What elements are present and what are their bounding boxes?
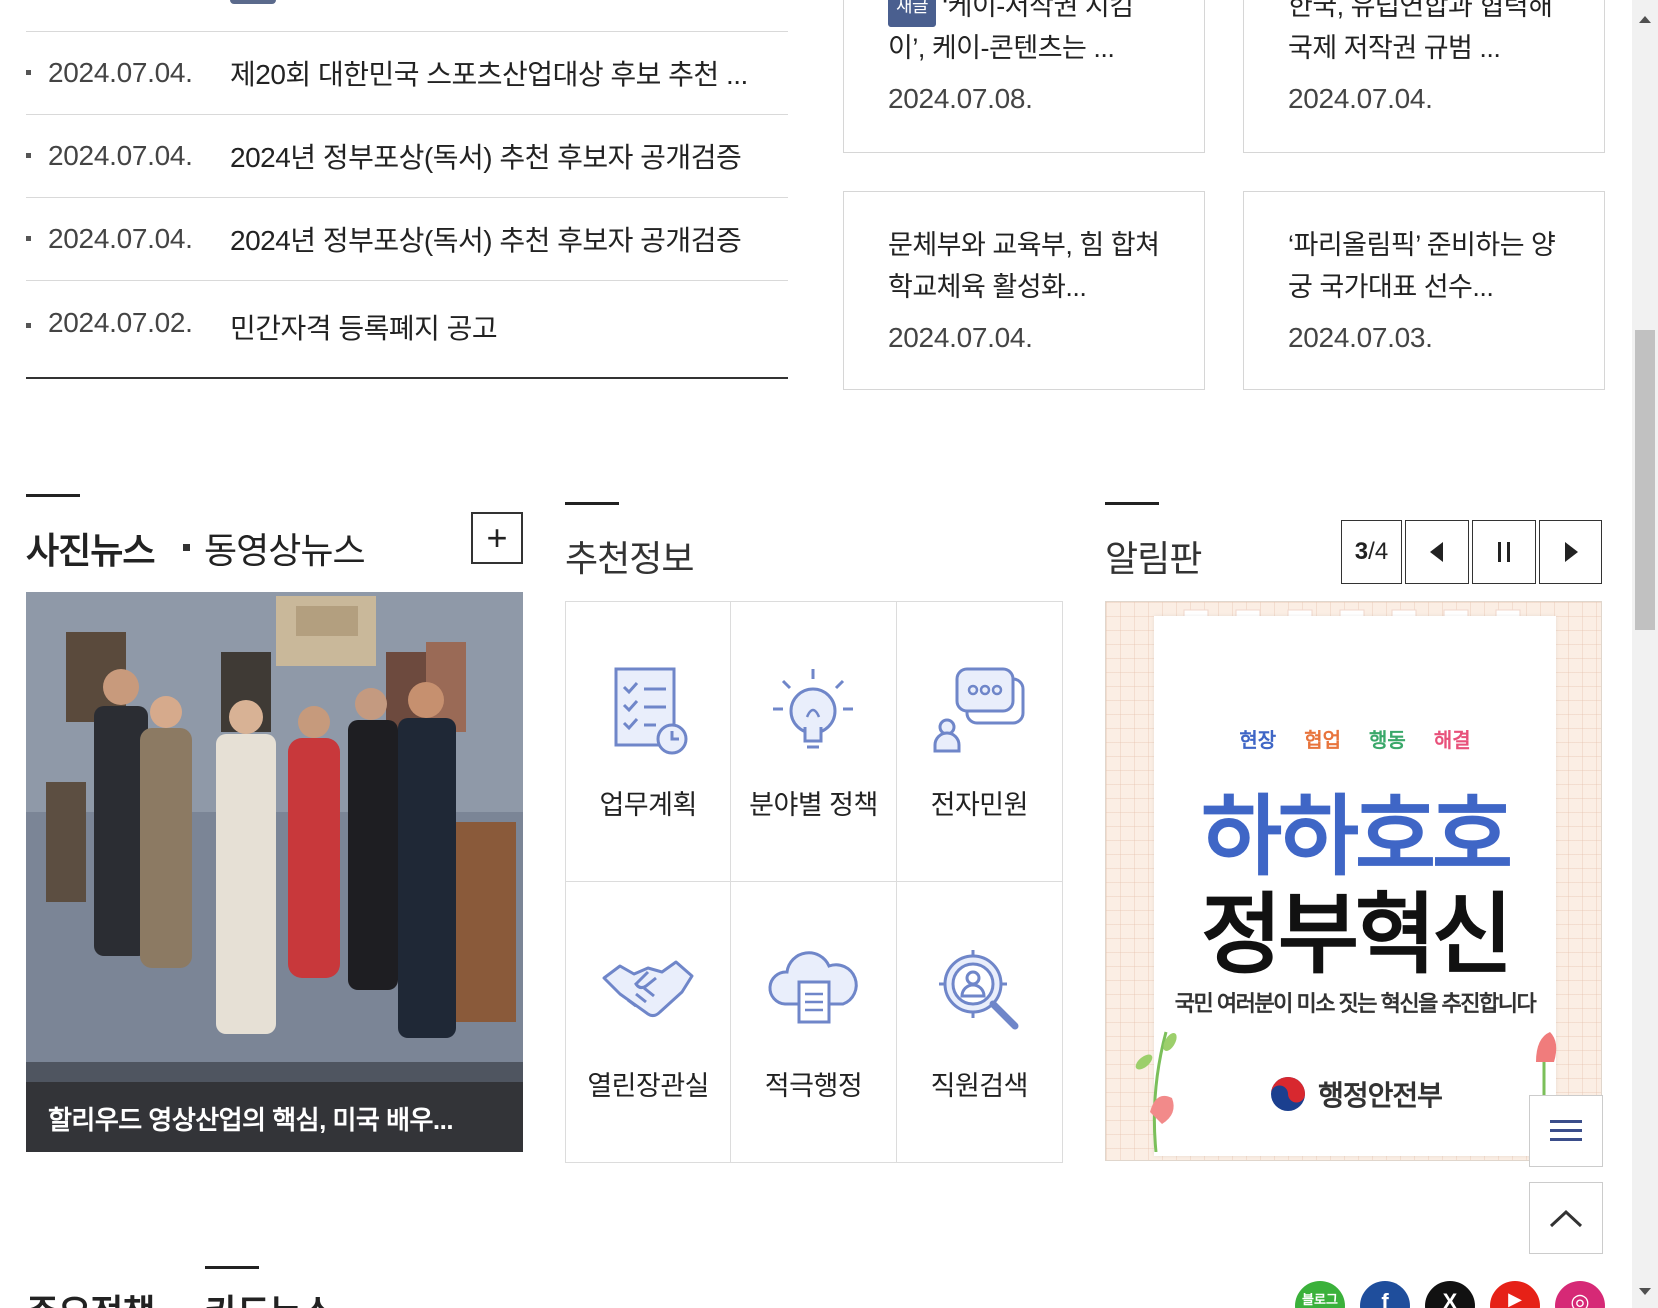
lightbulb-icon [773,669,854,749]
banner-headline-2: 정부혁신 [1201,883,1513,986]
recommended-title: 추천정보 [565,538,694,579]
photo-news-image[interactable]: 할리우드 영상산업의 핵심, 미국 배우... [26,592,523,1152]
notice-row[interactable]: 2024.07.04. 2024년 정부포상(독서) 추천 후보자 공개검증 [26,198,788,281]
banner-keyword: 협업 [1304,730,1341,752]
board-title: 알림판 [1105,538,1202,579]
news-card-title: 한국, 유럽연합과 협력해 국제 저작권 규범 ... [1288,0,1553,63]
notice-row-partial[interactable] [26,0,788,32]
news-card-date: 2024.07.04. [1288,83,1433,114]
checklist-clock-icon [614,667,688,755]
notice-date: 2024.07.02. [48,307,193,338]
section-bar [26,494,80,497]
section-bar [205,1266,259,1269]
recommended-grid: 업무계획 분야별 정책 전자민원 열린장관실 적극행정 직원검색 [565,601,1063,1163]
news-card-title: ‘파리올림픽’ 준비하는 양궁 국가대표 선수... [1288,230,1556,302]
notice-date: 2024.07.04. [48,223,193,254]
x-icon[interactable]: X [1425,1281,1475,1308]
news-card-title: 새글 ‘케이-저작권 지킴이’, 케이-콘텐츠는 ... [888,0,1160,69]
tab-video-news[interactable]: 동영상뉴스 [204,522,366,574]
notice-title[interactable]: 2024년 정부포상(독서) 추천 후보자 공개검증 [230,219,768,259]
scroll-down-arrow-icon[interactable] [1639,1288,1651,1295]
tab-card-news[interactable]: 카드뉴스 [205,1284,334,1308]
notice-row[interactable]: 2024.07.04. 제20회 대한민국 스포츠산업대상 후보 추천 ... [26,32,788,115]
notice-list: 2024.07.04. 제20회 대한민국 스포츠산업대상 후보 추천 ... … [26,0,788,379]
chat-bubble-person-icon [933,667,1025,753]
bullet-icon [26,152,31,158]
notice-title[interactable]: 제20회 대한민국 스포츠산업대상 후보 추천 ... [230,53,768,93]
page-scrollbar[interactable] [1632,0,1658,1308]
rec-item-e-petition[interactable]: 전자민원 [896,602,1062,882]
facebook-icon[interactable]: f [1360,1281,1410,1308]
more-button[interactable]: + [471,512,523,564]
banner-keyword: 해결 [1433,730,1471,752]
pause-icon [1498,542,1510,562]
section-bar [565,502,619,505]
blog-icon[interactable]: 블로그 [1295,1281,1345,1308]
magnifier-person-icon [939,949,1019,1029]
cloud-document-icon [768,950,859,1023]
scroll-thumb[interactable] [1635,330,1655,630]
banner-org: 행정안전부 [1154,1074,1556,1114]
rec-item-label: 열린장관실 [587,1070,710,1101]
rec-item-label: 전자민원 [930,790,1029,820]
rec-item-label: 분야별 정책 [749,790,878,820]
quick-menu-button[interactable] [1529,1095,1603,1167]
rec-item-label: 업무계획 [599,790,697,820]
bullet-icon [26,69,31,75]
rec-item-active-admin[interactable]: 적극행정 [731,882,897,1162]
hamburger-icon [1550,1120,1582,1141]
prev-slide-button[interactable] [1405,520,1469,584]
banner-paper: 현장 협업 행동 해결 하하호호 정부혁신 국민 여러분이 미소 짓는 혁신을 … [1154,616,1556,1156]
news-card-title: 문체부와 교육부, 힘 합쳐 학교체육 활성화... [888,230,1160,302]
notice-row[interactable]: 2024.07.02. 민간자격 등록폐지 공고 [26,281,788,379]
rec-item-policy[interactable]: 분야별 정책 [731,602,897,882]
news-card-date: 2024.07.04. [888,322,1033,353]
handshake-icon [602,960,694,1017]
bullet-icon [26,323,31,328]
pause-slide-button[interactable] [1472,520,1536,584]
notice-date: 2024.07.04. [48,140,193,171]
news-card[interactable]: 한국, 유럽연합과 협력해 국제 저작권 규범 ... 2024.07.04. [1243,0,1605,153]
rec-item-work-plan[interactable]: 업무계획 [566,602,732,882]
taegeuk-logo-icon [1271,1077,1306,1111]
instagram-icon[interactable]: ◎ [1555,1281,1605,1308]
photo-illustration [26,592,523,1152]
news-card-date: 2024.07.03. [1288,322,1433,353]
scroll-top-button[interactable] [1529,1182,1603,1254]
rec-item-label: 직원검색 [930,1070,1029,1101]
banner-keyword: 행동 [1369,730,1406,752]
flower-left-decoration [1135,1031,1177,1152]
rec-item-label: 적극행정 [764,1070,863,1101]
next-slide-button[interactable] [1539,520,1602,584]
triangle-right-icon [1564,542,1578,562]
photo-news-caption[interactable]: 할리우드 영상산업의 핵심, 미국 배우... [26,1082,523,1152]
banner-keyword: 현장 [1239,730,1277,752]
slide-counter: 3/4 [1341,520,1402,584]
rec-item-staff-search[interactable]: 직원검색 [897,882,1062,1162]
banner-keywords: 현장 협업 행동 해결 [1154,724,1556,753]
tab-separator-dot [183,544,190,551]
news-card-date: 2024.07.08. [888,83,1033,114]
flower-right-decoration [1536,1032,1557,1102]
new-badge [230,0,276,4]
triangle-left-icon [1430,542,1443,562]
rec-item-open-minister[interactable]: 열린장관실 [566,882,732,1162]
new-badge: 새글 [888,0,937,27]
notice-date: 2024.07.04. [48,57,193,88]
notice-title[interactable]: 민간자격 등록폐지 공고 [230,307,768,347]
tab-major-policy[interactable]: 주요정책 [26,1284,155,1308]
notice-title[interactable]: 2024년 정부포상(독서) 추천 후보자 공개검증 [230,136,768,176]
news-card[interactable]: ‘파리올림픽’ 준비하는 양궁 국가대표 선수... 2024.07.03. [1243,191,1605,390]
notice-row[interactable]: 2024.07.04. 2024년 정부포상(독서) 추천 후보자 공개검증 [26,115,788,198]
board-banner[interactable]: 현장 협업 행동 해결 하하호호 정부혁신 국민 여러분이 미소 짓는 혁신을 … [1105,601,1602,1161]
chevron-up-icon [1549,1209,1583,1228]
bullet-icon [26,235,31,241]
news-card[interactable]: 새글 ‘케이-저작권 지킴이’, 케이-콘텐츠는 ... 2024.07.08. [843,0,1205,153]
section-bar [1105,502,1159,505]
youtube-icon[interactable]: ▶ [1490,1281,1540,1308]
news-card[interactable]: 문체부와 교육부, 힘 합쳐 학교체육 활성화... 2024.07.04. [843,191,1205,390]
tab-photo-news[interactable]: 사진뉴스 [26,522,155,574]
banner-subline: 국민 여러분이 미소 짓는 혁신을 추진합니다 [1174,991,1537,1016]
scroll-up-arrow-icon[interactable] [1639,16,1651,23]
